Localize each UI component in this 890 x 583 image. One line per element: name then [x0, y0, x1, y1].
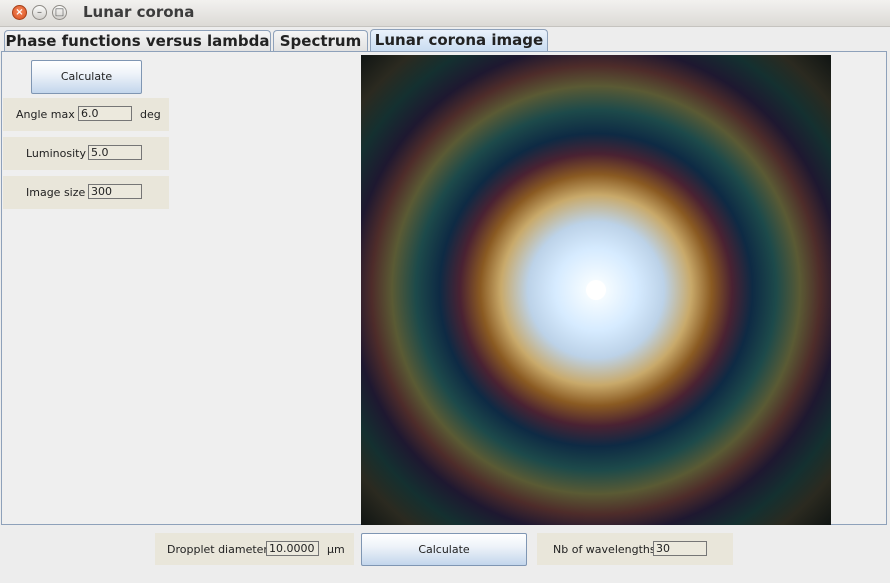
minimize-window-button[interactable]: – [32, 5, 47, 20]
nb-wavelengths-group: Nb of wavelengths [537, 533, 733, 565]
calculate-button[interactable]: Calculate [31, 60, 142, 94]
lunar-corona-image [361, 55, 831, 525]
droplet-diameter-group: Dropplet diameter µm [155, 533, 354, 565]
lunar-corona-panel: Calculate Angle max deg Luminosity Image… [1, 51, 887, 525]
angle-max-group: Angle max deg [3, 98, 169, 131]
angle-max-input[interactable] [78, 106, 132, 121]
title-bar[interactable]: × – □ Lunar corona [0, 0, 890, 27]
close-window-button[interactable]: × [12, 5, 27, 20]
window-title: Lunar corona [83, 3, 195, 21]
nb-wavelengths-label: Nb of wavelengths [553, 543, 656, 556]
luminosity-group: Luminosity [3, 137, 169, 170]
image-size-input[interactable] [88, 184, 142, 199]
luminosity-input[interactable] [88, 145, 142, 160]
tab-spectrum[interactable]: Spectrum [273, 30, 368, 51]
tab-lunar-corona-image[interactable]: Lunar corona image [370, 29, 548, 52]
maximize-window-button[interactable]: □ [52, 5, 67, 20]
angle-max-unit: deg [140, 108, 161, 121]
bottom-bar: Dropplet diameter µm Calculate Nb of wav… [0, 527, 890, 583]
image-size-label: Image size [26, 186, 86, 199]
droplet-diameter-input[interactable] [266, 541, 319, 556]
app-window: × – □ Lunar corona Phase functions versu… [0, 0, 890, 583]
calculate-bottom-button[interactable]: Calculate [361, 533, 527, 566]
nb-wavelengths-input[interactable] [653, 541, 707, 556]
droplet-diameter-label: Dropplet diameter [167, 543, 268, 556]
droplet-diameter-unit: µm [327, 543, 345, 556]
luminosity-label: Luminosity [26, 147, 86, 160]
angle-max-label: Angle max [16, 108, 75, 121]
tab-phase-functions[interactable]: Phase functions versus lambda [4, 30, 271, 51]
image-size-group: Image size [3, 176, 169, 209]
